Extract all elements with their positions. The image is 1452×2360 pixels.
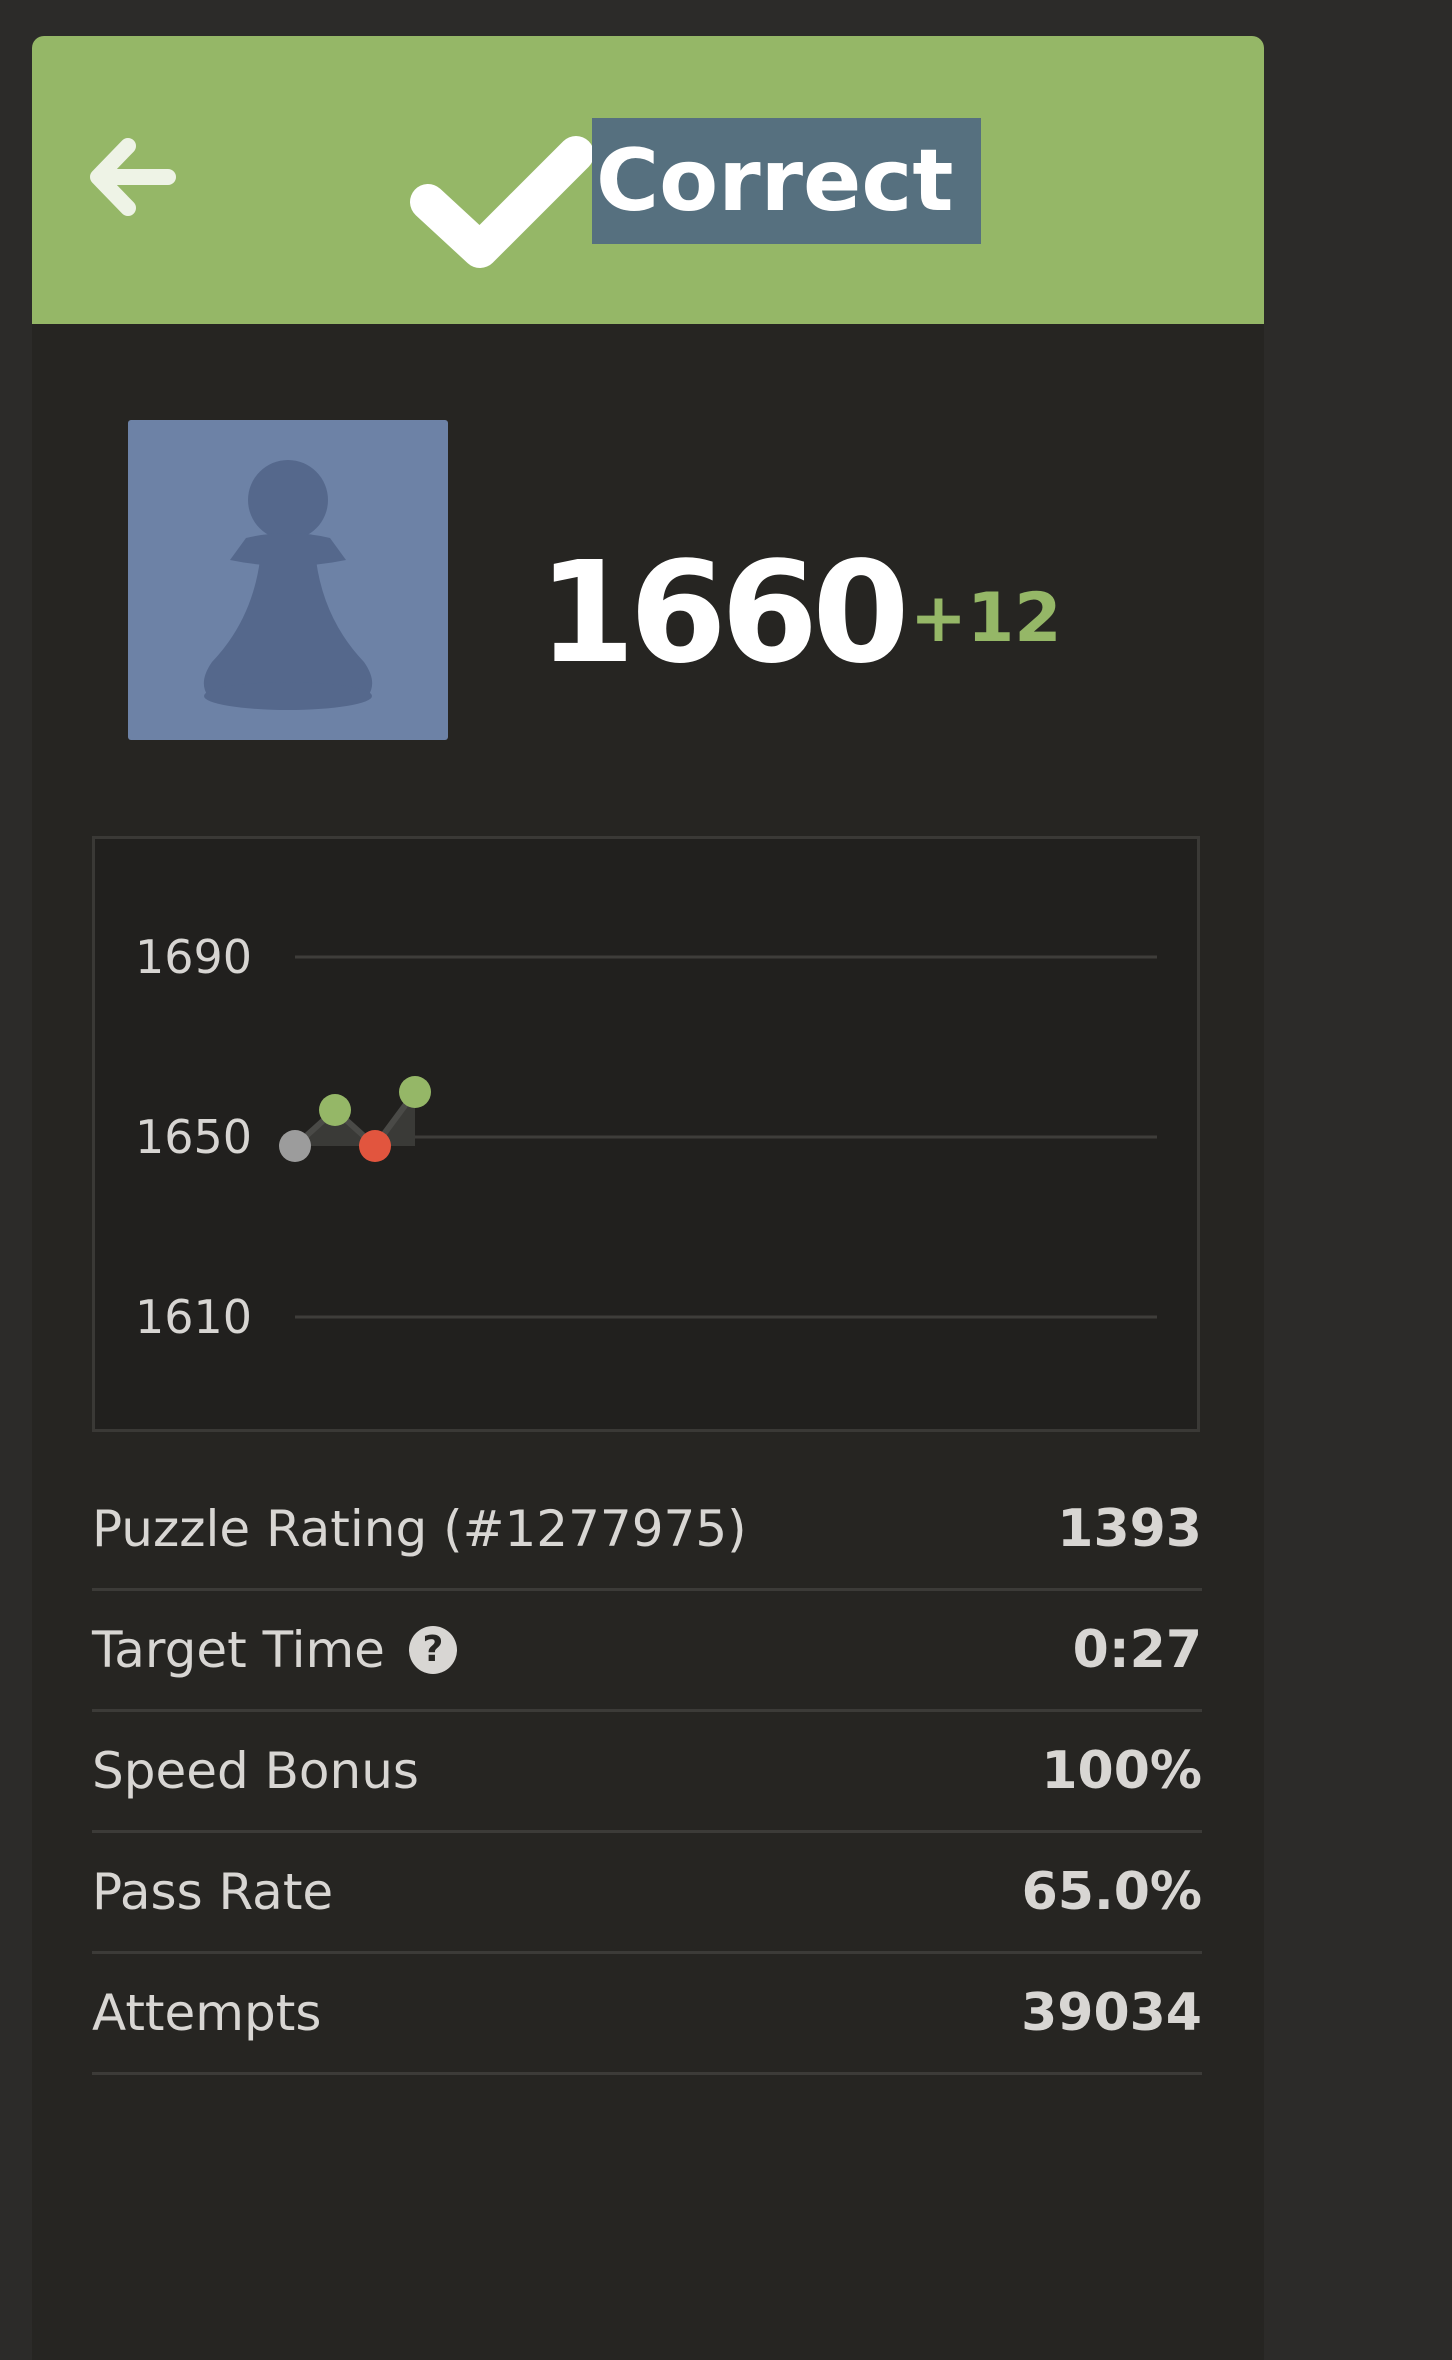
- pawn-icon: [203, 460, 373, 710]
- stat-row-speed-bonus: Speed Bonus 100%: [92, 1712, 1202, 1833]
- puzzle-stats: Puzzle Rating (#1277975) 1393 Target Tim…: [92, 1470, 1202, 2075]
- rating-point[interactable]: [279, 1130, 311, 1162]
- stat-label: Target Time: [92, 1621, 385, 1679]
- stat-value: 1393: [1057, 1499, 1202, 1559]
- stat-label: Speed Bonus: [92, 1742, 419, 1800]
- stat-row-puzzle-rating: Puzzle Rating (#1277975) 1393: [92, 1470, 1202, 1591]
- rating-point[interactable]: [399, 1076, 431, 1108]
- puzzle-result-panel: Correct 1660 +12 1690 1650 1610 Puzzle Rat…: [32, 36, 1264, 2360]
- stat-label: Pass Rate: [92, 1863, 334, 1921]
- rating-history-chart: 1690 1650 1610: [92, 836, 1200, 1432]
- user-rating: 1660: [538, 532, 910, 695]
- rating-chart-svg: 1690 1650 1610: [135, 930, 1157, 1344]
- rating-point[interactable]: [359, 1130, 391, 1162]
- rating-point[interactable]: [319, 1094, 351, 1126]
- result-header: Correct: [32, 36, 1264, 324]
- rating-change: +12: [910, 579, 1062, 658]
- arrow-left-icon[interactable]: [88, 132, 178, 222]
- stat-label: Attempts: [92, 1984, 322, 2042]
- stat-value: 0:27: [1072, 1620, 1202, 1680]
- stat-label-wrap: Target Time ?: [92, 1621, 457, 1679]
- y-tick-label: 1650: [135, 1110, 252, 1164]
- y-tick-label: 1690: [135, 930, 252, 984]
- stat-value: 65.0%: [1021, 1862, 1202, 1922]
- stat-row-target-time: Target Time ? 0:27: [92, 1591, 1202, 1712]
- checkmark-icon: [410, 136, 594, 268]
- help-icon[interactable]: ?: [408, 1626, 457, 1674]
- stat-value: 39034: [1021, 1983, 1202, 2043]
- stat-row-pass-rate: Pass Rate 65.0%: [92, 1833, 1202, 1954]
- stat-row-attempts: Attempts 39034: [92, 1954, 1202, 2075]
- y-tick-label: 1610: [135, 1290, 252, 1344]
- stat-label: Puzzle Rating (#1277975): [92, 1500, 747, 1558]
- result-status-label: Correct: [592, 118, 982, 244]
- stat-value: 100%: [1041, 1741, 1202, 1801]
- avatar: [128, 420, 448, 740]
